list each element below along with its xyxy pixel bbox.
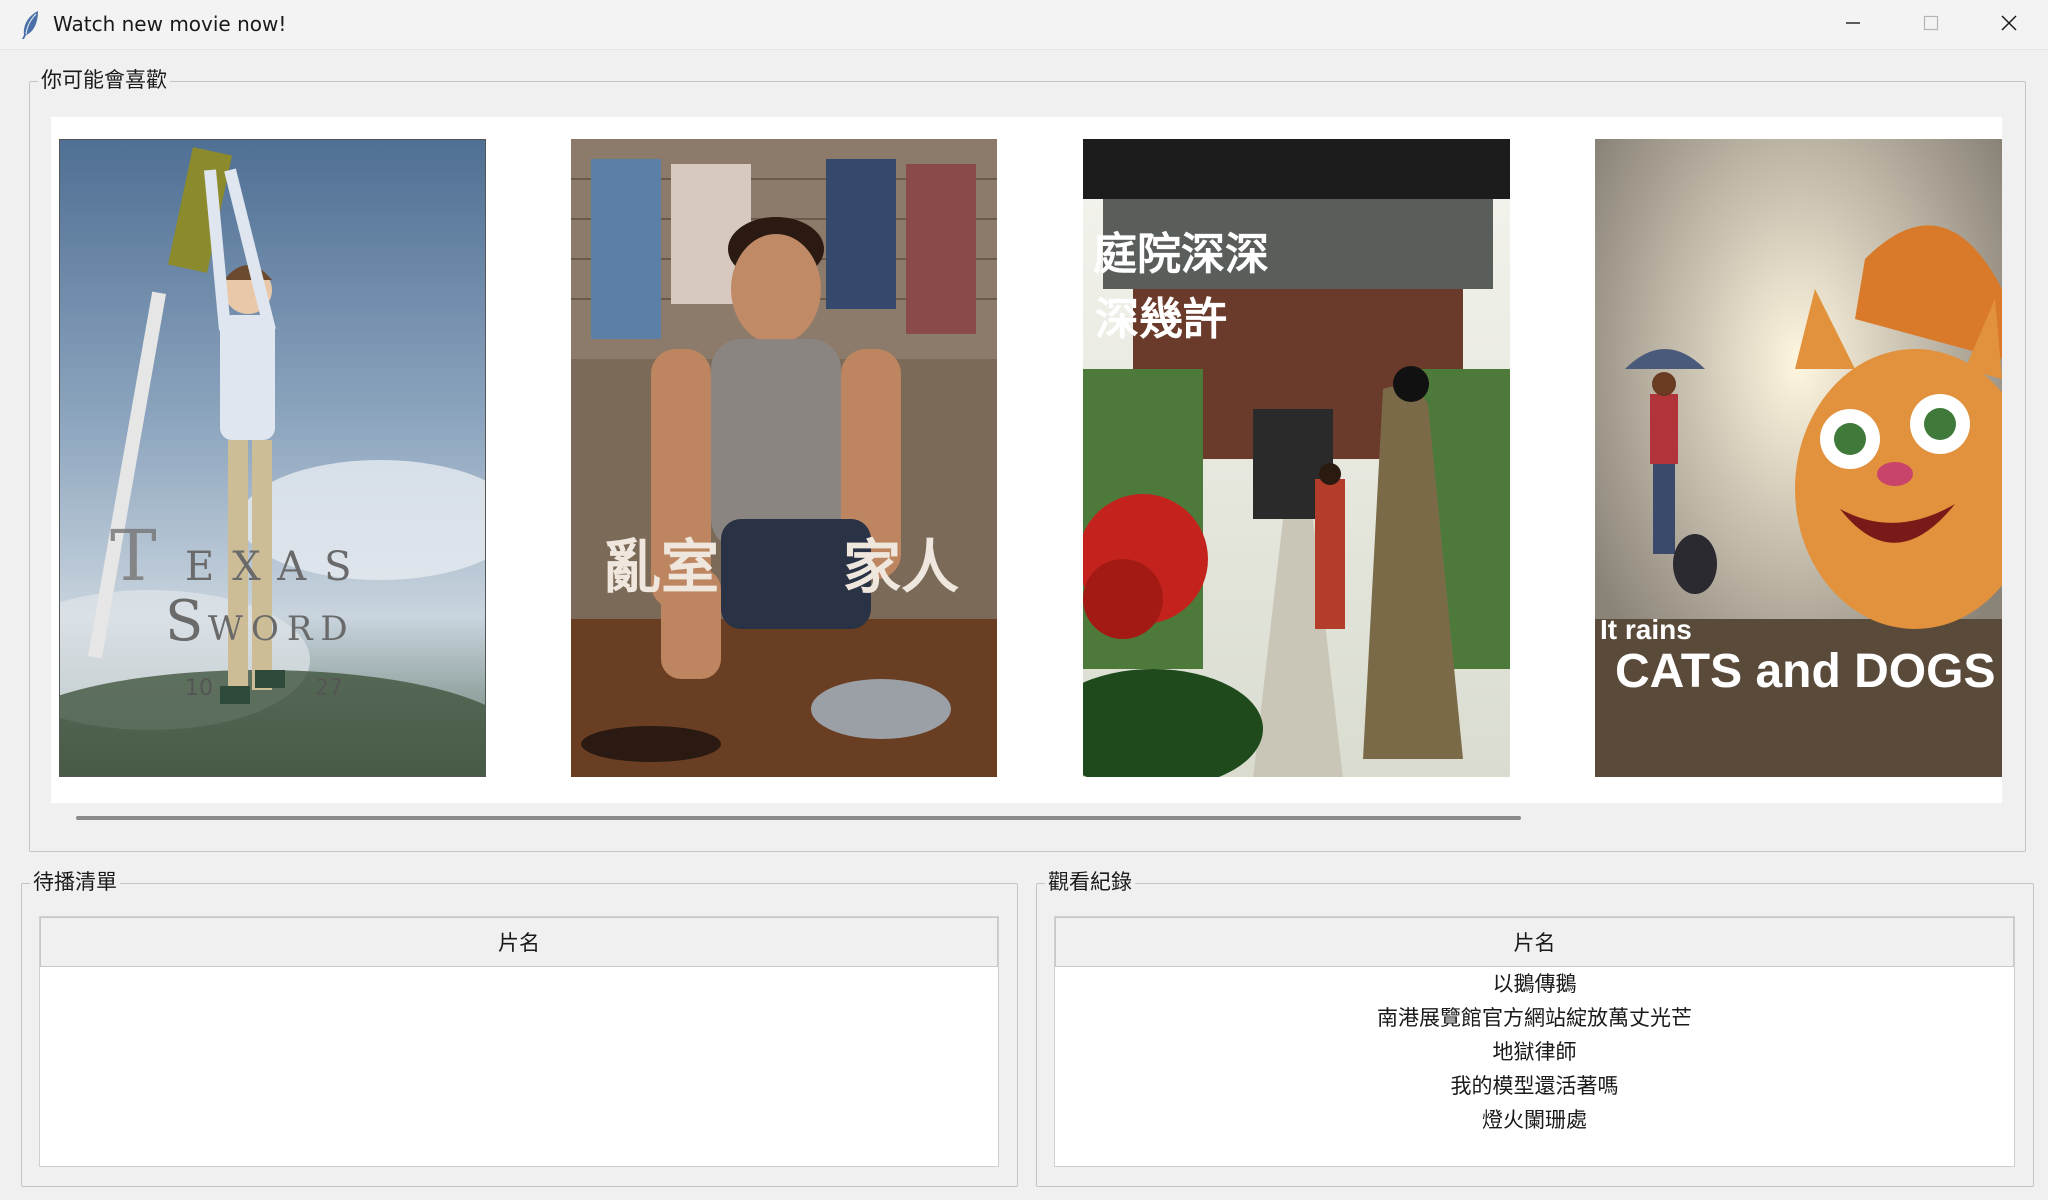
maximize-button[interactable] (1892, 0, 1970, 46)
svg-text:T: T (110, 515, 157, 597)
queue-column-header[interactable]: 片名 (40, 917, 998, 967)
history-list[interactable]: 片名 以鵝傳鵝 南港展覽館官方網站綻放萬丈光芒 地獄律師 我的模型還活著嗎 燈火… (1054, 916, 2015, 1167)
svg-text:亂室: 亂室 (603, 533, 719, 601)
close-button[interactable] (1970, 0, 2048, 46)
history-label: 觀看紀錄 (1045, 868, 1135, 896)
minimize-button[interactable] (1814, 0, 1892, 46)
svg-text:庭院深深: 庭院深深 (1093, 229, 1269, 280)
history-group: 觀看紀錄 片名 以鵝傳鵝 南港展覽館官方網站綻放萬丈光芒 地獄律師 我的模型還活… (1036, 868, 2034, 1187)
maximize-icon (1922, 14, 1940, 32)
recommend-group: 你可能會喜歡 T EXAS S WORD 10 27 亂室 家人 庭院深深 深幾… (29, 66, 2026, 852)
svg-text:深幾許: 深幾許 (1095, 294, 1227, 345)
svg-text:S: S (165, 589, 203, 654)
queue-list[interactable]: 片名 (39, 916, 999, 1167)
history-rows: 以鵝傳鵝 南港展覽館官方網站綻放萬丈光芒 地獄律師 我的模型還活著嗎 燈火闌珊處 (1055, 967, 2014, 1137)
svg-text:27: 27 (315, 676, 343, 701)
queue-label: 待播清單 (30, 868, 120, 896)
history-row[interactable]: 地獄律師 (1055, 1035, 2014, 1069)
poster-carousel: T EXAS S WORD 10 27 亂室 家人 庭院深深 深幾許 It ra… (51, 117, 2002, 803)
svg-text:EXAS: EXAS (185, 544, 370, 590)
svg-text:10: 10 (185, 676, 213, 701)
svg-text:CATS and DOGS: CATS and DOGS (1615, 645, 1995, 698)
poster-messy-room[interactable]: 亂室 家人 (571, 139, 997, 777)
queue-group: 待播清單 片名 (21, 868, 1018, 1187)
svg-text:WORD: WORD (208, 609, 356, 649)
poster-courtyard[interactable]: 庭院深深 深幾許 (1083, 139, 1510, 777)
svg-text:家人: 家人 (843, 533, 959, 601)
close-icon (1999, 13, 2019, 33)
minimize-icon (1844, 14, 1862, 32)
poster-cats-dogs[interactable]: It rains CATS and DOGS (1595, 139, 2002, 777)
history-row[interactable]: 南港展覽館官方網站綻放萬丈光芒 (1055, 1001, 2014, 1035)
poster-texas-sword[interactable]: T EXAS S WORD 10 27 (59, 139, 486, 777)
window-title: Watch new movie now! (53, 12, 287, 36)
history-row[interactable]: 以鵝傳鵝 (1055, 967, 2014, 1001)
carousel-scrollbar[interactable] (76, 816, 1521, 820)
recommend-label: 你可能會喜歡 (38, 66, 170, 94)
svg-text:It rains: It rains (1600, 614, 1692, 645)
feather-icon (18, 10, 42, 40)
title-bar: Watch new movie now! (0, 0, 2048, 50)
history-row[interactable]: 燈火闌珊處 (1055, 1103, 2014, 1137)
history-column-header[interactable]: 片名 (1055, 917, 2014, 967)
history-row[interactable]: 我的模型還活著嗎 (1055, 1069, 2014, 1103)
